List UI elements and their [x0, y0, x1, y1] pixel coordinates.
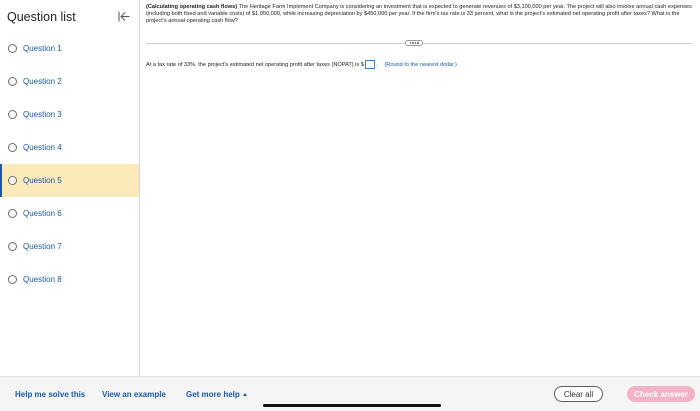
question-item-5[interactable]: Question 5: [0, 164, 139, 197]
get-more-help-label: Get more help: [186, 390, 240, 399]
answer-prompt: At a tax rate of 33%, the project's esti…: [146, 61, 364, 68]
radio-circle-icon: [8, 176, 17, 185]
problem-statement: (Calculating operating cash flows) The H…: [146, 4, 692, 26]
radio-circle-icon: [8, 77, 17, 86]
problem-text: (Calculating operating cash flows) The H…: [146, 4, 692, 26]
radio-circle-icon: [8, 143, 17, 152]
help-me-solve-link[interactable]: Help me solve this: [15, 390, 85, 399]
question-item-7[interactable]: Question 7: [0, 230, 139, 263]
question-label: Question 1: [23, 44, 62, 53]
caret-up-icon: [242, 393, 247, 396]
question-item-8[interactable]: Question 8: [0, 263, 139, 296]
question-label: Question 2: [23, 77, 62, 86]
radio-circle-icon: [8, 110, 17, 119]
question-item-4[interactable]: Question 4: [0, 131, 139, 164]
question-label: Question 8: [23, 275, 62, 284]
radio-circle-icon: [8, 44, 17, 53]
sidebar-title: Question list: [7, 9, 76, 24]
home-indicator-bar: [263, 404, 441, 407]
get-more-help-link[interactable]: Get more help: [186, 390, 247, 399]
rounding-hint: (Round to the nearest dollar.): [384, 61, 457, 68]
question-label: Question 3: [23, 110, 62, 119]
collapse-left-arrow-icon[interactable]: [117, 10, 131, 24]
radio-circle-icon: [8, 275, 17, 284]
question-list-sidebar: Question list Question 1 Question 2 Ques…: [0, 0, 140, 376]
check-answer-button[interactable]: Check answer: [627, 386, 695, 402]
problem-title: (Calculating operating cash flows): [146, 4, 238, 10]
more-dots-icon[interactable]: [405, 40, 423, 46]
question-item-3[interactable]: Question 3: [0, 98, 139, 131]
answer-line: At a tax rate of 33%, the project's esti…: [146, 60, 457, 69]
view-example-link[interactable]: View an example: [102, 390, 166, 399]
question-label: Question 5: [23, 176, 62, 185]
question-label: Question 4: [23, 143, 62, 152]
question-item-2[interactable]: Question 2: [0, 65, 139, 98]
question-label: Question 6: [23, 209, 62, 218]
clear-all-button[interactable]: Clear all: [554, 386, 603, 402]
radio-circle-icon: [8, 209, 17, 218]
answer-suffix: .: [375, 61, 378, 68]
sidebar-header: Question list: [0, 0, 139, 33]
question-item-1[interactable]: Question 1: [0, 32, 139, 65]
radio-circle-icon: [8, 242, 17, 251]
question-label: Question 7: [23, 242, 62, 251]
question-item-6[interactable]: Question 6: [0, 197, 139, 230]
nopat-answer-input[interactable]: [364, 60, 375, 69]
